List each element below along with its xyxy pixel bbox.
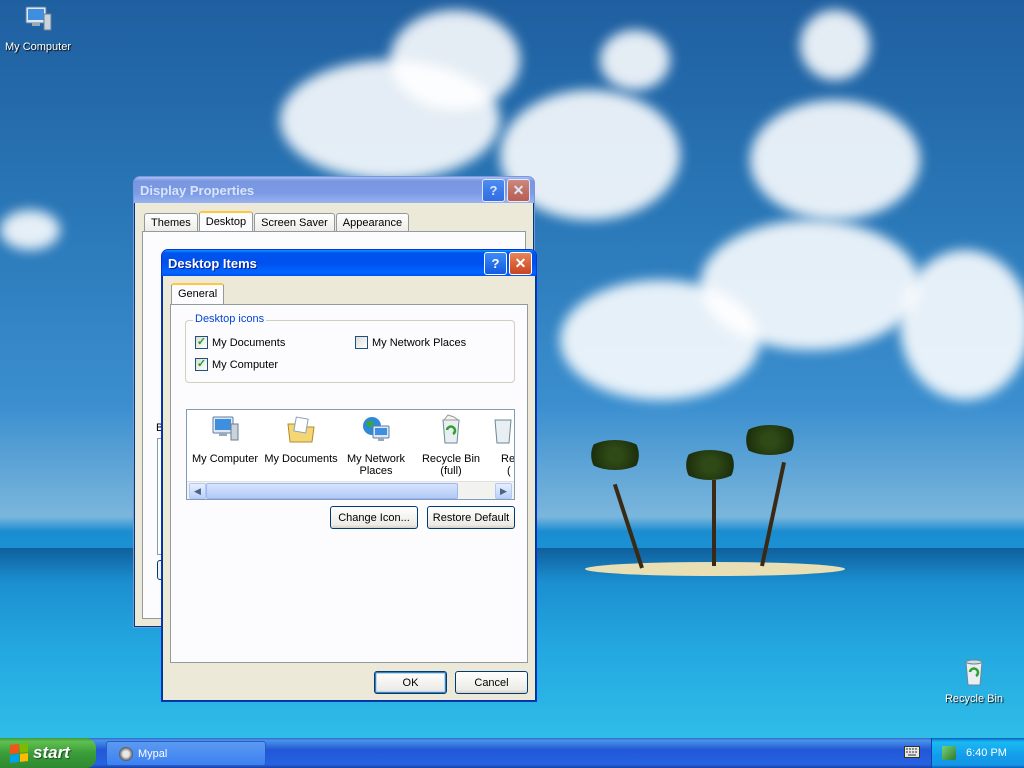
cloud xyxy=(0,210,60,250)
cloud xyxy=(800,10,870,80)
system-tray: 6:40 PM xyxy=(931,738,1024,768)
palm-leaves xyxy=(680,450,740,480)
network-places-icon xyxy=(363,417,390,441)
palm-leaves xyxy=(585,440,645,470)
cloud xyxy=(390,10,520,110)
close-button[interactable]: ✕ xyxy=(507,178,530,202)
cloud xyxy=(900,250,1024,400)
display-properties-titlebar[interactable]: Display Properties ? ✕ xyxy=(134,177,534,203)
scroll-left-arrow-icon[interactable]: ◀ xyxy=(189,483,206,499)
close-button[interactable]: ✕ xyxy=(509,251,532,275)
list-item-label-line2: Places xyxy=(359,465,393,477)
checkbox-label: My Documents xyxy=(212,336,286,349)
window-title: Display Properties xyxy=(140,182,255,198)
ok-button[interactable]: OK xyxy=(374,671,447,694)
tab-appearance[interactable]: Appearance xyxy=(335,213,410,232)
palm-leaves xyxy=(740,425,800,455)
desktop-items-dialog: Desktop Items ? ✕ General Desktop icons … xyxy=(161,249,537,702)
general-panel: Desktop icons ✓ My Documents My Network … xyxy=(170,304,528,663)
checkbox-label: My Computer xyxy=(212,358,279,371)
tab-desktop[interactable]: Desktop xyxy=(198,211,254,233)
checkbox-my-network-places[interactable]: My Network Places xyxy=(355,336,466,349)
list-item-label: My Documents xyxy=(264,453,338,465)
taskbar: start Mypal 6:40 PM xyxy=(0,738,1024,768)
my-computer-icon xyxy=(212,416,239,441)
restore-default-button[interactable]: Restore Default xyxy=(427,506,515,529)
cloud xyxy=(600,30,670,90)
clock[interactable]: 6:40 PM xyxy=(966,747,1007,759)
desktop-icon-my-computer[interactable]: My Computer xyxy=(0,4,78,53)
list-item-label: My Computer xyxy=(191,453,259,465)
cancel-button[interactable]: Cancel xyxy=(455,671,528,694)
taskbar-button-mypal[interactable]: Mypal xyxy=(106,741,266,766)
help-button[interactable]: ? xyxy=(482,178,505,202)
help-button[interactable]: ? xyxy=(484,251,507,275)
checkbox-my-computer[interactable]: ✓ My Computer xyxy=(195,358,278,371)
desktop-icon-label: Recycle Bin xyxy=(944,693,1004,705)
tab-themes[interactable]: Themes xyxy=(144,213,198,232)
recycle-bin-empty-icon xyxy=(494,419,512,444)
recycle-bin-icon xyxy=(965,659,983,686)
list-item-my-computer[interactable]: My Computer xyxy=(187,414,263,465)
list-item-my-documents[interactable]: My Documents xyxy=(263,414,339,465)
list-item-label: Re xyxy=(501,453,515,465)
palm-trunk xyxy=(712,480,716,566)
change-icon-button[interactable]: Change Icon... xyxy=(330,506,418,529)
cloud xyxy=(750,100,920,220)
mypal-app-icon xyxy=(119,746,133,761)
horizontal-scrollbar[interactable]: ◀ ▶ xyxy=(187,481,514,499)
list-item-label: My Network xyxy=(346,453,406,465)
safely-remove-hardware-icon[interactable] xyxy=(942,746,956,760)
start-button[interactable]: start xyxy=(0,738,96,768)
list-item-recycle-bin-empty[interactable]: Re ( xyxy=(477,414,515,477)
my-computer-icon xyxy=(25,6,52,31)
group-label: Desktop icons xyxy=(193,313,267,325)
tab-general[interactable]: General xyxy=(171,283,225,305)
taskbar-button-label: Mypal xyxy=(138,747,168,760)
my-documents-icon xyxy=(287,416,315,443)
desktop-icons-group: Desktop icons ✓ My Documents My Network … xyxy=(185,313,515,383)
start-label: start xyxy=(33,743,70,762)
keyboard-icon[interactable] xyxy=(904,746,920,758)
desktop-items-titlebar[interactable]: Desktop Items ? ✕ xyxy=(162,250,536,276)
checkbox-checked-icon: ✓ xyxy=(195,358,208,371)
dialog-title: Desktop Items xyxy=(168,255,257,271)
scroll-right-arrow-icon[interactable]: ▶ xyxy=(495,483,512,499)
desktop-icon-listview[interactable]: My Computer My Documents My Network Plac… xyxy=(186,409,515,500)
cloud xyxy=(560,280,760,400)
list-item-label-line2: ( xyxy=(507,465,511,477)
checkbox-label: My Network Places xyxy=(372,336,467,349)
checkbox-my-documents[interactable]: ✓ My Documents xyxy=(195,336,285,349)
desktop-icon-label: My Computer xyxy=(4,41,72,53)
windows-logo-icon xyxy=(10,743,28,763)
checkbox-checked-icon: ✓ xyxy=(195,336,208,349)
tab-screen-saver[interactable]: Screen Saver xyxy=(254,213,335,232)
scrollbar-thumb[interactable] xyxy=(206,483,458,499)
desktop-icon-recycle-bin[interactable]: Recycle Bin xyxy=(934,656,1014,705)
list-item-my-network-places[interactable]: My Network Places xyxy=(338,414,414,477)
checkbox-unchecked-icon xyxy=(355,336,368,349)
recycle-bin-full-icon xyxy=(442,414,460,444)
